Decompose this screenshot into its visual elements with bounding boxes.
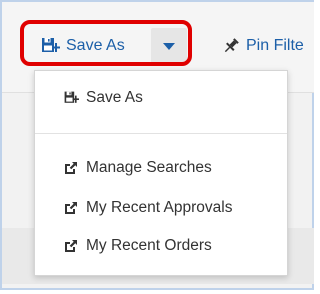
external-link-icon: [63, 238, 79, 254]
pin-icon: [222, 37, 240, 55]
save-as-button[interactable]: Save As: [40, 30, 125, 62]
menu-item-my-recent-approvals[interactable]: My Recent Approvals: [63, 195, 232, 221]
caret-down-icon: [163, 43, 175, 50]
external-link-icon: [63, 160, 79, 176]
menu-item-label: Save As: [86, 89, 143, 106]
menu-item-label: My Recent Orders: [86, 237, 212, 254]
pin-filter-button[interactable]: Pin Filte: [222, 34, 304, 58]
menu-divider: [35, 133, 287, 134]
save-as-dropdown-toggle[interactable]: [151, 28, 187, 64]
menu-item-label: Manage Searches: [86, 159, 212, 176]
menu-item-my-recent-orders[interactable]: My Recent Orders: [63, 233, 212, 259]
external-link-icon: [63, 200, 79, 216]
menu-item-label: My Recent Approvals: [86, 199, 233, 216]
menu-item-save-as[interactable]: Save As: [63, 85, 143, 111]
save-as-icon: [40, 36, 60, 56]
pin-filter-label: Pin Filte: [246, 37, 304, 54]
save-as-icon: [63, 90, 79, 106]
menu-item-manage-searches[interactable]: Manage Searches: [63, 155, 212, 181]
save-as-dropdown-menu: Save As Manage Searches My Recent Approv…: [34, 70, 288, 276]
save-as-label: Save As: [66, 37, 125, 54]
